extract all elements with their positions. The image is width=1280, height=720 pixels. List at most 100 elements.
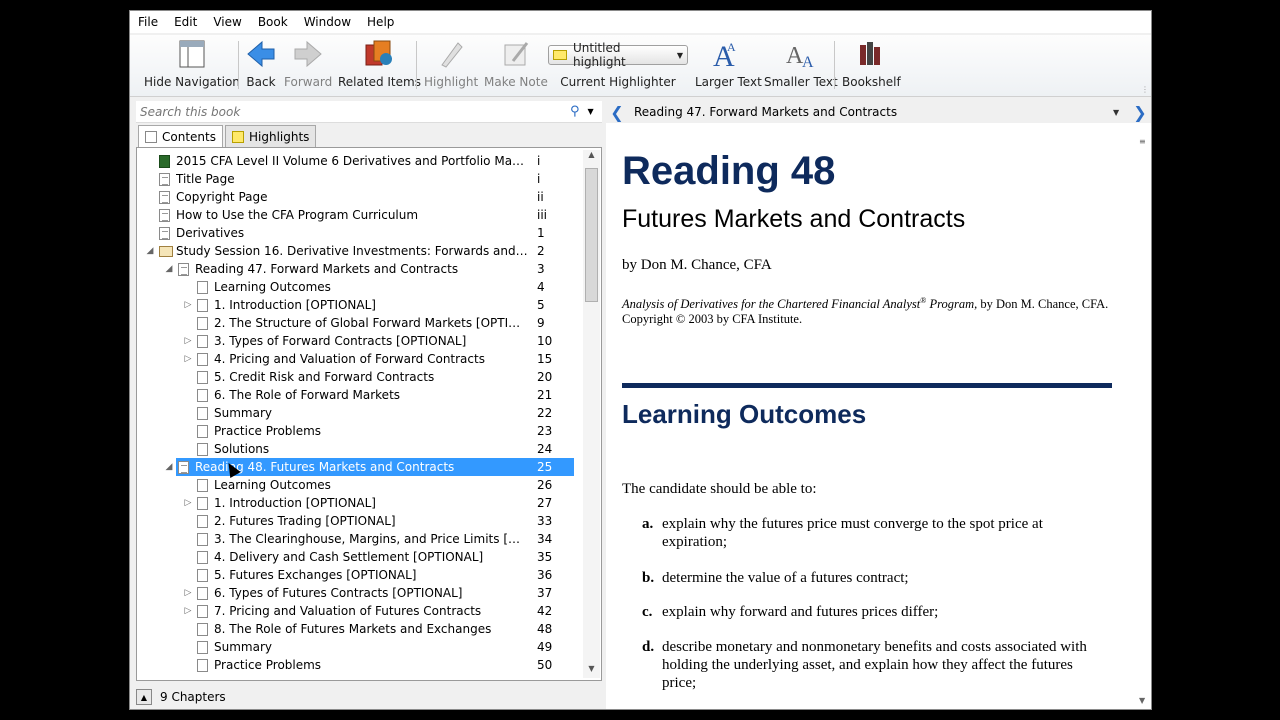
scroll-down-icon[interactable]: ▼ — [1139, 696, 1145, 705]
toc-item[interactable]: ▷ 4. Pricing and Valuation of Forward Con… — [137, 350, 577, 368]
toc-item[interactable]: 5. Futures Exchanges [OPTIONAL] 36 — [137, 566, 577, 584]
toc-item[interactable]: ▷ 7. Pricing and Valuation of Futures Con… — [137, 602, 577, 620]
menu-view[interactable]: View — [205, 11, 249, 33]
tab-highlights[interactable]: Highlights — [224, 125, 317, 147]
toc-item[interactable]: 8. The Role of Futures Markets and Excha… — [137, 620, 577, 638]
toc-item[interactable]: How to Use the CFA Program Curriculum iii — [137, 206, 577, 224]
toc-item[interactable]: Summary 22 — [137, 404, 577, 422]
toc-item[interactable]: 6. The Role of Forward Markets 21 — [137, 386, 577, 404]
toc-item-page: 5 — [537, 298, 545, 312]
toc-item[interactable]: Title Page i — [137, 170, 577, 188]
page-icon — [197, 407, 208, 420]
related-items-icon — [362, 37, 396, 71]
page-icon — [178, 263, 189, 276]
toc-item-label: 3. The Clearinghouse, Margins, and Price… — [214, 532, 529, 546]
toc-item[interactable]: ◢ Reading 48. Futures Markets and Contrac… — [137, 458, 577, 476]
highlight-button[interactable]: Highlight — [424, 37, 478, 93]
current-section-title[interactable]: Reading 47. Forward Markets and Contract… — [628, 105, 1113, 119]
toc-item[interactable]: ▷ 1. Introduction [OPTIONAL] 27 — [137, 494, 577, 512]
expand-icon[interactable]: ▷ — [183, 584, 193, 602]
toc-item[interactable]: 2. The Structure of Global Forward Marke… — [137, 314, 577, 332]
reading-title: Reading 48 — [622, 149, 836, 193]
toc-item[interactable]: ▷ 3. Types of Forward Contracts [OPTIONAL… — [137, 332, 577, 350]
toc-item[interactable]: ▷ 6. Types of Futures Contracts [OPTIONAL… — [137, 584, 577, 602]
toc-item-page: 1 — [537, 226, 545, 240]
toc-item[interactable]: 4. Delivery and Cash Settlement [OPTIONA… — [137, 548, 577, 566]
page-icon — [159, 191, 170, 204]
previous-section-icon[interactable]: ❮ — [606, 101, 628, 123]
scroll-down-icon[interactable]: ▼ — [583, 664, 600, 678]
page-icon — [197, 335, 208, 348]
scroll-up-icon[interactable]: ▲ — [583, 150, 600, 164]
toc-item[interactable]: Practice Problems 50 — [137, 656, 577, 674]
toc-item[interactable]: 2015 CFA Level II Volume 6 Derivatives a… — [137, 152, 577, 170]
book-icon — [159, 155, 170, 168]
menu-window[interactable]: Window — [296, 11, 359, 33]
smaller-text-button[interactable]: AA Smaller Text — [764, 37, 838, 93]
expanded-icon[interactable]: ◢ — [164, 260, 174, 278]
expand-icon[interactable]: ▷ — [183, 494, 193, 512]
expanded-icon[interactable]: ◢ — [145, 242, 155, 260]
toc-item-label: 1. Introduction [OPTIONAL] — [214, 496, 376, 510]
toc-item-label: 2. Futures Trading [OPTIONAL] — [214, 514, 396, 528]
expanded-icon[interactable]: ◢ — [164, 458, 174, 476]
toolbar: Hide Navigation Back Forward Related Ite… — [130, 35, 1151, 97]
expand-icon[interactable]: ▷ — [183, 296, 193, 314]
toc-item-page: 23 — [537, 424, 553, 438]
toc-item[interactable]: ▷ 1. Introduction [OPTIONAL] 5 — [137, 296, 577, 314]
page-icon — [197, 659, 208, 672]
page-icon — [197, 443, 208, 456]
status-bar: ▲ 9 Chapters — [136, 687, 602, 707]
related-items-button[interactable]: Related Items — [338, 37, 421, 93]
page-content: Reading 48 Futures Markets and Contracts… — [606, 123, 1136, 709]
toc-item[interactable]: 2. Futures Trading [OPTIONAL] 33 — [137, 512, 577, 530]
menu-file[interactable]: File — [130, 11, 166, 33]
toc-item-page: 34 — [537, 532, 553, 546]
search-options-icon[interactable]: ▼ — [588, 107, 594, 116]
page-icon — [197, 281, 208, 294]
search-input[interactable] — [140, 104, 560, 119]
toc-item[interactable]: 5. Credit Risk and Forward Contracts 20 — [137, 368, 577, 386]
toc-item[interactable]: 3. The Clearinghouse, Margins, and Price… — [137, 530, 577, 548]
toc-item-label: 4. Delivery and Cash Settlement [OPTIONA… — [214, 550, 484, 564]
page-icon — [197, 425, 208, 438]
toc-item[interactable]: ◢ Study Session 16. Derivative Investment… — [137, 242, 577, 260]
toc-item-label: Copyright Page — [176, 190, 268, 204]
next-section-icon[interactable]: ❯ — [1129, 101, 1151, 123]
page-icon — [159, 227, 170, 240]
toc-item[interactable]: Solutions 24 — [137, 440, 577, 458]
toc-item[interactable]: Practice Problems 23 — [137, 422, 577, 440]
menu-help[interactable]: Help — [359, 11, 402, 33]
toc-item[interactable]: Derivatives 1 — [137, 224, 577, 242]
toc-item-page: 42 — [537, 604, 553, 618]
toc-item[interactable]: Learning Outcomes 4 — [137, 278, 577, 296]
scroll-thumb[interactable] — [585, 168, 598, 302]
toc-item-label: 5. Credit Risk and Forward Contracts — [214, 370, 435, 384]
toc-item[interactable]: Copyright Page ii — [137, 188, 577, 206]
toc-item[interactable]: Learning Outcomes 26 — [137, 476, 577, 494]
hide-navigation-button[interactable]: Hide Navigation — [144, 37, 240, 93]
menu-edit[interactable]: Edit — [166, 11, 205, 33]
search-icon[interactable]: ⚲ — [570, 104, 580, 119]
toc-scrollbar[interactable]: ▲ ▼ — [583, 150, 600, 678]
page-icon — [197, 605, 208, 618]
highlighter-select[interactable]: Untitled highlight ▼ — [548, 41, 688, 69]
toc-item-label: How to Use the CFA Program Curriculum — [176, 208, 419, 222]
back-button[interactable]: Back — [246, 37, 276, 93]
chevron-down-icon[interactable]: ▼ — [1113, 108, 1129, 117]
collapse-icon[interactable]: ▲ — [136, 689, 152, 705]
current-highlighter[interactable]: Untitled highlight ▼ Current Highlighter — [548, 37, 688, 93]
bookshelf-button[interactable]: Bookshelf — [842, 37, 901, 93]
expand-icon[interactable]: ▷ — [183, 602, 193, 620]
larger-text-button[interactable]: AA Larger Text — [695, 37, 762, 93]
toc-item-label: Summary — [214, 406, 272, 420]
expand-icon[interactable]: ▷ — [183, 332, 193, 350]
reading-scrollbar[interactable]: ≡ ▼ — [1136, 123, 1151, 709]
tab-contents[interactable]: Contents — [138, 125, 223, 147]
make-note-button[interactable]: Make Note — [484, 37, 548, 93]
toc-item[interactable]: ◢ Reading 47. Forward Markets and Contrac… — [137, 260, 577, 278]
forward-button[interactable]: Forward — [284, 37, 332, 93]
expand-icon[interactable]: ▷ — [183, 350, 193, 368]
toc-item[interactable]: Summary 49 — [137, 638, 577, 656]
menu-book[interactable]: Book — [250, 11, 296, 33]
